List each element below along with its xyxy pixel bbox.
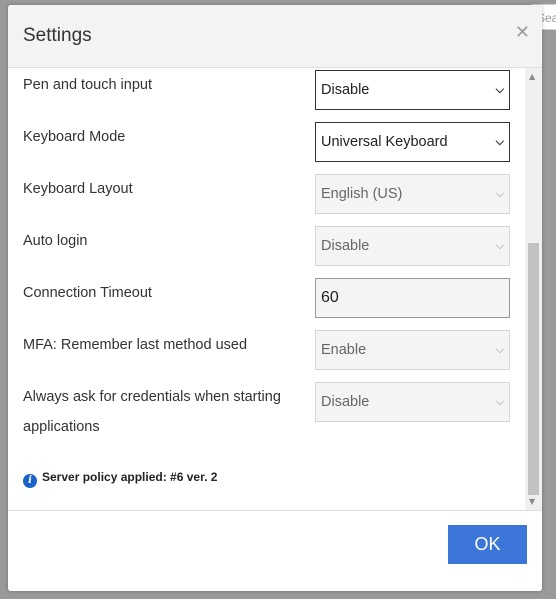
auto-login-select[interactable]: Disable ⌵ (315, 226, 510, 266)
chevron-down-icon: ⌵ (495, 343, 504, 356)
select-value: Disable (321, 82, 370, 98)
select-value: Disable (321, 394, 370, 410)
setting-label: Auto login (23, 233, 88, 249)
dialog-footer: OK (8, 510, 542, 591)
keyboard-mode-select[interactable]: Universal Keyboard ⌵ (315, 122, 510, 162)
chevron-down-icon: ⌵ (495, 239, 504, 252)
input-value: 60 (321, 289, 339, 306)
mfa-remember-select[interactable]: Enable ⌵ (315, 330, 510, 370)
setting-label: MFA: Remember last method used (23, 337, 248, 353)
scrollbar-thumb[interactable] (528, 243, 539, 495)
settings-dialog: Settings ✕ Pen and touch input Disable ⌵… (8, 5, 542, 591)
select-value: Universal Keyboard (321, 134, 448, 150)
policy-text: Server policy applied: #6 ver. 2 (42, 470, 218, 484)
setting-label: Always ask for credentials when starting… (23, 389, 281, 435)
setting-label: Pen and touch input (23, 77, 152, 93)
pen-touch-select[interactable]: Disable ⌵ (315, 70, 510, 110)
settings-body: Pen and touch input Disable ⌵ Keyboard M… (8, 68, 542, 510)
select-value: Enable (321, 342, 367, 358)
setting-label: Connection Timeout (23, 285, 152, 301)
ok-button[interactable]: OK (448, 525, 527, 564)
dialog-header: Settings ✕ (8, 5, 542, 68)
keyboard-layout-select[interactable]: English (US) ⌵ (315, 174, 510, 214)
select-value: English (US) (321, 186, 403, 202)
chevron-down-icon: ⌵ (495, 135, 504, 148)
info-icon: i (23, 474, 37, 488)
chevron-down-icon: ⌵ (495, 187, 504, 200)
chevron-down-icon: ⌵ (495, 395, 504, 408)
select-value: Disable (321, 238, 370, 254)
vertical-scrollbar[interactable]: ▲ ▼ (525, 68, 542, 510)
scroll-down-icon[interactable]: ▼ (529, 497, 535, 506)
server-policy-note: i Server policy applied: #6 ver. 2 (23, 470, 217, 488)
close-icon[interactable]: ✕ (515, 22, 530, 43)
dialog-title: Settings (23, 25, 92, 46)
setting-label: Keyboard Mode (23, 129, 126, 145)
connection-timeout-input[interactable]: 60 (315, 278, 510, 318)
scroll-up-icon[interactable]: ▲ (529, 72, 535, 81)
chevron-down-icon: ⌵ (495, 83, 504, 96)
setting-label: Keyboard Layout (23, 181, 133, 197)
ask-credentials-select[interactable]: Disable ⌵ (315, 382, 510, 422)
